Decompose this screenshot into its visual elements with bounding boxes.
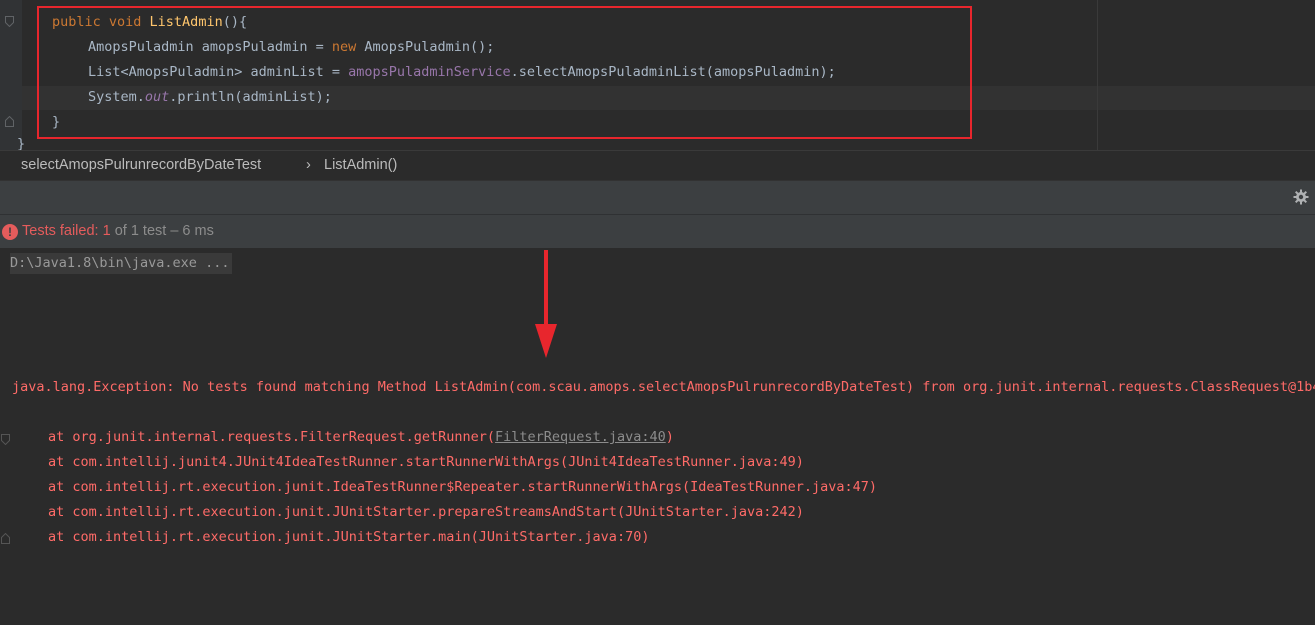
test-status-text: Tests failed: 1 of 1 test – 6 ms — [22, 223, 214, 239]
arrow-down-annotation — [544, 250, 548, 324]
editor-gutter — [0, 0, 22, 150]
breadcrumb-separator: › — [306, 157, 311, 173]
breadcrumb-method[interactable]: ListAdmin() — [324, 157, 397, 173]
arrow-head-annotation — [535, 324, 557, 358]
test-status-bar: ! Tests failed: 1 of 1 test – 6 ms — [0, 214, 1315, 249]
error-icon: ! — [2, 224, 18, 240]
console-output[interactable]: D:\Java1.8\bin\java.exe ... java.lang.Ex… — [0, 250, 1315, 625]
breadcrumb: selectAmopsPulrunrecordByDateTest › List… — [0, 150, 1315, 180]
fold-icon[interactable] — [1, 532, 10, 544]
right-margin-guide — [1097, 0, 1098, 150]
fold-icon[interactable] — [1, 433, 10, 446]
source-link[interactable]: FilterRequest.java:40 — [495, 429, 666, 445]
breadcrumb-class[interactable]: selectAmopsPulrunrecordByDateTest — [21, 157, 261, 173]
annotation-highlight-box — [37, 6, 972, 139]
stack-trace-line: at com.intellij.junit4.JUnit4IdeaTestRun… — [48, 454, 804, 470]
code-editor[interactable]: public void ListAdmin(){ AmopsPuladmin a… — [0, 0, 1315, 150]
stack-trace-line: at org.junit.internal.requests.FilterReq… — [48, 429, 674, 445]
command-line[interactable]: D:\Java1.8\bin\java.exe ... — [10, 253, 233, 274]
stack-trace-line: at com.intellij.rt.execution.junit.IdeaT… — [48, 479, 878, 495]
class-closing-brace: } — [17, 136, 26, 150]
stack-trace-line: at com.intellij.rt.execution.junit.JUnit… — [48, 529, 650, 545]
run-toolbar — [0, 180, 1315, 214]
stack-trace-line: at com.intellij.rt.execution.junit.JUnit… — [48, 504, 804, 520]
exception-message: java.lang.Exception: No tests found matc… — [12, 379, 1315, 395]
gear-icon[interactable] — [1293, 189, 1309, 205]
fold-icon[interactable] — [5, 16, 14, 27]
fold-icon[interactable] — [5, 116, 14, 127]
